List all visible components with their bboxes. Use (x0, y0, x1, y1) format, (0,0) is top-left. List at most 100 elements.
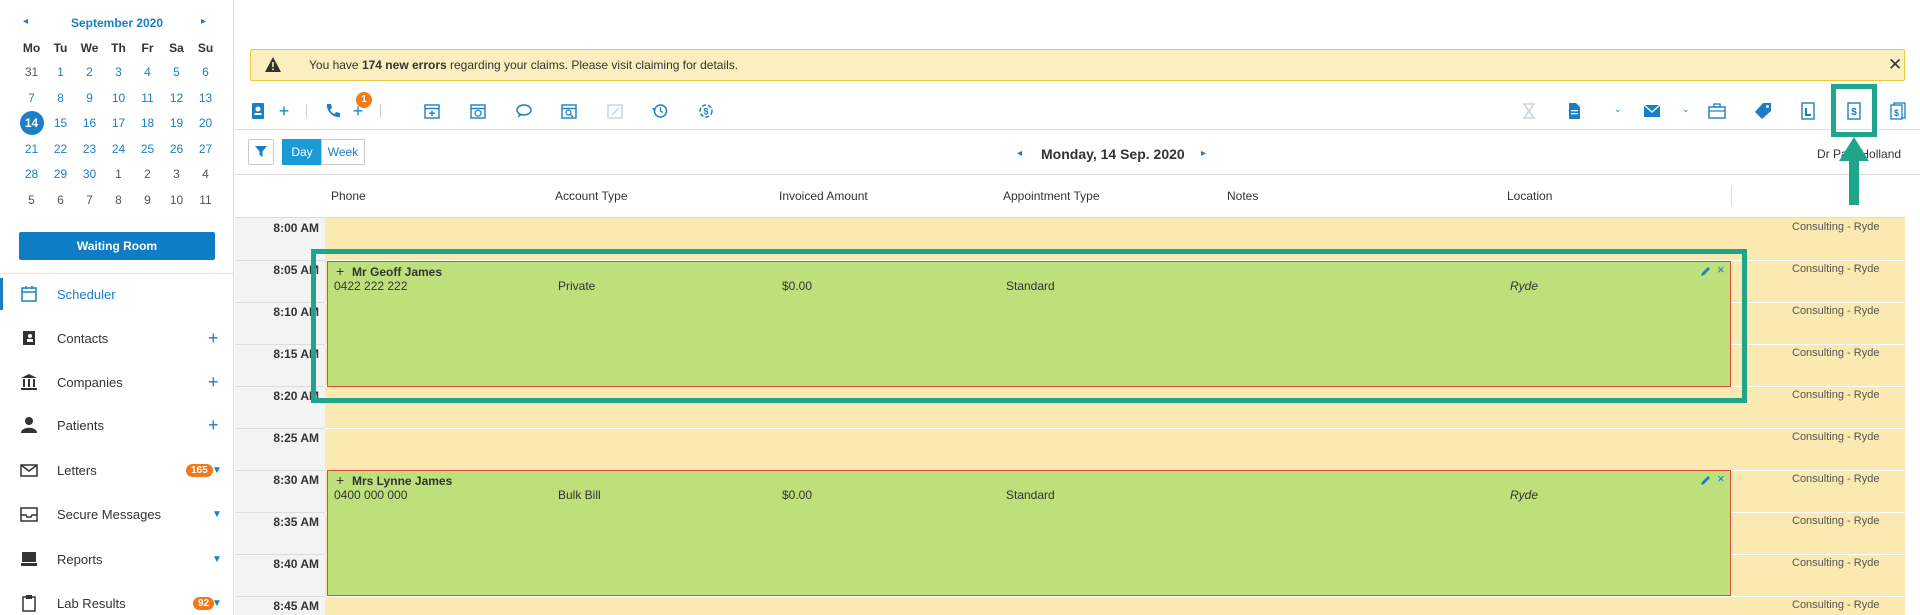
calendar-day[interactable]: 15 (46, 111, 75, 137)
email-button[interactable] (1641, 100, 1663, 122)
calendar-day[interactable]: 3 (104, 60, 133, 86)
calendar-day[interactable]: 18 (133, 111, 162, 137)
calendar-day[interactable]: 4 (191, 162, 220, 188)
waiting-room-button[interactable]: Waiting Room (19, 232, 215, 260)
close-icon[interactable]: × (1717, 471, 1725, 486)
calendar-day[interactable]: 31 (17, 60, 46, 86)
history-button[interactable] (649, 100, 671, 122)
column-header[interactable]: Notes (1227, 189, 1258, 203)
column-header[interactable]: Phone (331, 189, 366, 203)
calendar-day[interactable]: 30 (75, 162, 104, 188)
calendar-day[interactable]: 19 (162, 111, 191, 137)
add-appointment-button[interactable] (421, 100, 443, 122)
add-call-button[interactable]: + (347, 100, 369, 122)
add-company-button[interactable]: + (208, 372, 219, 393)
calendar-day[interactable]: 27 (191, 137, 220, 163)
calendar-day[interactable]: 11 (133, 86, 162, 112)
sidebar-item-lab-results[interactable]: Lab Results 92 ▼ (0, 583, 233, 615)
column-header[interactable]: Location (1507, 189, 1552, 203)
calendar-day-selected[interactable]: 14 (17, 111, 46, 137)
calendar-day[interactable]: 22 (46, 137, 75, 163)
chevron-down-icon[interactable]: ⌄ (1614, 104, 1622, 115)
record-button[interactable] (1797, 100, 1819, 122)
chevron-down-icon[interactable]: ▼ (212, 465, 222, 476)
sidebar-item-letters[interactable]: Letters 165 ▼ (0, 450, 233, 490)
calendar-day[interactable]: 25 (133, 137, 162, 163)
sidebar-item-scheduler[interactable]: Scheduler (0, 274, 233, 314)
view-bar: Day Week ◂ Monday, 14 Sep. 2020 ▸ Dr Pau… (235, 130, 1920, 175)
claim-button[interactable]: $ (1887, 100, 1909, 122)
documents-button[interactable] (1563, 100, 1585, 122)
calendar-icon (19, 284, 39, 304)
calendar-history-button[interactable] (467, 100, 489, 122)
tag-button[interactable] (1752, 100, 1774, 122)
calendar-day[interactable]: 17 (104, 111, 133, 137)
calendar-day[interactable]: 20 (191, 111, 220, 137)
sidebar-item-label: Companies (57, 374, 123, 390)
calendar-day[interactable]: 1 (104, 162, 133, 188)
chat-button[interactable] (513, 100, 535, 122)
calendar-day[interactable]: 7 (75, 188, 104, 214)
calendar-day[interactable]: 4 (133, 60, 162, 86)
calendar-day[interactable]: 6 (191, 60, 220, 86)
next-day-button[interactable]: ▸ (1201, 148, 1206, 159)
calendar-day[interactable]: 5 (17, 188, 46, 214)
appointment-card[interactable]: + Mrs Lynne James 0400 000 000 Bulk Bill… (327, 470, 1731, 596)
appointment-phone: 0400 000 000 (334, 488, 408, 502)
calendar-day[interactable]: 28 (17, 162, 46, 188)
chevron-down-icon[interactable]: ▼ (212, 554, 222, 565)
calendar-day[interactable]: 13 (191, 86, 220, 112)
calendar-day[interactable]: 16 (75, 111, 104, 137)
sidebar-item-reports[interactable]: Reports ▼ (0, 539, 233, 579)
calendar-day[interactable]: 23 (75, 137, 104, 163)
column-header[interactable]: Invoiced Amount (779, 189, 868, 203)
day-view-button[interactable]: Day (282, 139, 322, 165)
calendar-day[interactable]: 9 (133, 188, 162, 214)
edit-calendar-button[interactable] (604, 100, 626, 122)
previous-day-button[interactable]: ◂ (1017, 148, 1022, 159)
calendar-day[interactable]: 3 (162, 162, 191, 188)
column-header[interactable]: Account Type (555, 189, 628, 203)
calendar-day[interactable]: 29 (46, 162, 75, 188)
calendar-day[interactable]: 8 (104, 188, 133, 214)
sidebar-item-companies[interactable]: Companies + (0, 362, 233, 402)
patient-card-button[interactable] (247, 100, 269, 122)
billing-history-button[interactable]: $ (695, 100, 717, 122)
calendar-day[interactable]: 10 (104, 86, 133, 112)
add-button[interactable]: + (273, 100, 295, 122)
calendar-day[interactable]: 11 (191, 188, 220, 214)
filter-button[interactable] (248, 139, 274, 165)
add-patient-button[interactable]: + (208, 415, 219, 436)
calendar-next-button[interactable]: ▸ (201, 16, 206, 27)
expand-icon[interactable]: + (336, 472, 344, 488)
add-contact-button[interactable]: + (208, 328, 219, 349)
calendar-day[interactable]: 9 (75, 86, 104, 112)
sidebar-item-patients[interactable]: Patients + (0, 405, 233, 445)
calendar-day[interactable]: 10 (162, 188, 191, 214)
search-calendar-button[interactable] (558, 100, 580, 122)
alert-close-button[interactable]: ✕ (1888, 55, 1902, 75)
chevron-down-icon[interactable]: ▼ (212, 598, 222, 609)
calendar-day[interactable]: 1 (46, 60, 75, 86)
sidebar-item-contacts[interactable]: Contacts + (0, 318, 233, 358)
calendar-day[interactable]: 5 (162, 60, 191, 86)
edit-icon[interactable] (1700, 475, 1711, 489)
chevron-down-icon[interactable]: ▼ (212, 509, 222, 520)
calendar-day[interactable]: 26 (162, 137, 191, 163)
calendar-month-label[interactable]: September 2020 (0, 16, 233, 30)
calendar-day[interactable]: 7 (17, 86, 46, 112)
phone-button[interactable] (322, 100, 344, 122)
waiting-list-button[interactable] (1518, 100, 1540, 122)
calendar-day[interactable]: 21 (17, 137, 46, 163)
calendar-day[interactable]: 24 (104, 137, 133, 163)
week-view-button[interactable]: Week (321, 139, 365, 165)
briefcase-button[interactable] (1706, 100, 1728, 122)
column-header[interactable]: Appointment Type (1003, 189, 1100, 203)
calendar-day[interactable]: 2 (133, 162, 162, 188)
calendar-day[interactable]: 6 (46, 188, 75, 214)
chevron-down-icon[interactable]: ⌄ (1682, 104, 1690, 115)
sidebar-item-secure-messages[interactable]: Secure Messages ▼ (0, 494, 233, 534)
calendar-day[interactable]: 8 (46, 86, 75, 112)
calendar-day[interactable]: 12 (162, 86, 191, 112)
calendar-day[interactable]: 2 (75, 60, 104, 86)
